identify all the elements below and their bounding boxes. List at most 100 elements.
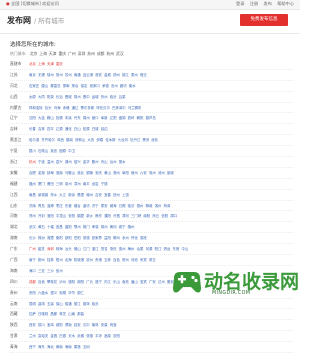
- switch-city-link[interactable]: [切换城市]: [21, 1, 41, 6]
- city-link[interactable]: 德阳: [68, 280, 75, 284]
- login-link[interactable]: 登录: [236, 1, 244, 6]
- city-link[interactable]: 阜新: [101, 116, 108, 120]
- city-link[interactable]: 宿迁: [140, 73, 147, 77]
- city-link[interactable]: 西安: [29, 323, 36, 327]
- hot-city-link[interactable]: 天津: [49, 51, 57, 56]
- city-link[interactable]: 黄石: [38, 225, 45, 229]
- city-link[interactable]: 贺州: [122, 258, 129, 262]
- city-link[interactable]: 许昌: [113, 214, 120, 218]
- city-link[interactable]: 鄂尔多斯: [81, 106, 95, 110]
- register-link[interactable]: 注册: [250, 1, 258, 6]
- city-link[interactable]: 赣州: [86, 193, 93, 197]
- city-link[interactable]: 济南: [29, 204, 36, 208]
- city-link[interactable]: 荆州: [101, 225, 108, 229]
- city-link[interactable]: 厦门: [38, 182, 45, 186]
- city-link[interactable]: 自贡: [38, 280, 45, 284]
- site-logo[interactable]: 发布网 / 所有城市: [7, 15, 64, 26]
- city-link[interactable]: 梅州: [128, 247, 135, 251]
- city-link[interactable]: 六盘水: [38, 291, 48, 295]
- city-link[interactable]: 新乡: [86, 214, 93, 218]
- city-link[interactable]: 本溪: [65, 116, 72, 120]
- city-link[interactable]: 曲靖: [38, 302, 45, 306]
- city-link[interactable]: 石嘴山: [38, 149, 48, 153]
- city-link[interactable]: 绵阳: [77, 280, 84, 284]
- city-link[interactable]: 丽江: [74, 302, 81, 306]
- city-link[interactable]: 庆阳: [113, 334, 120, 338]
- city-link[interactable]: 南京: [29, 73, 36, 77]
- city-link[interactable]: 随州: [128, 225, 135, 229]
- city-link[interactable]: 丹东: [74, 116, 81, 120]
- city-link[interactable]: 洛阳: [47, 214, 54, 218]
- city-link[interactable]: 镇江: [122, 73, 129, 77]
- city-link[interactable]: 郑州: [29, 214, 36, 218]
- city-link[interactable]: 潍坊: [83, 204, 90, 208]
- city-link[interactable]: 巴彦淖尔: [112, 106, 126, 110]
- city-link[interactable]: 毕节: [68, 291, 75, 295]
- city-link[interactable]: 莆田: [47, 182, 54, 186]
- city-link[interactable]: 芜湖: [38, 171, 45, 175]
- city-link[interactable]: 珠海: [56, 247, 63, 251]
- city-link[interactable]: 扬州: [113, 73, 120, 77]
- city-link[interactable]: 烟台: [74, 204, 81, 208]
- city-link[interactable]: 景德镇: [38, 193, 48, 197]
- city-link[interactable]: 舟山: [101, 160, 108, 164]
- city-link[interactable]: 黄冈: [110, 225, 117, 229]
- city-link[interactable]: 河源: [146, 247, 153, 251]
- city-link[interactable]: 临沧: [92, 302, 99, 306]
- city-link[interactable]: 安康: [101, 323, 108, 327]
- city-link[interactable]: 萍乡: [50, 193, 57, 197]
- city-link[interactable]: 朔州: [74, 95, 81, 99]
- city-link[interactable]: 温州: [47, 160, 54, 164]
- city-link[interactable]: 邵阳: [65, 236, 72, 240]
- city-link[interactable]: 张家口: [90, 84, 100, 88]
- city-link[interactable]: 深圳: [47, 247, 54, 251]
- city-link[interactable]: 双鸭山: [75, 138, 85, 142]
- city-link[interactable]: 济宁: [92, 204, 99, 208]
- city-link[interactable]: 青岛: [38, 204, 45, 208]
- city-link[interactable]: 合肥: [29, 171, 36, 175]
- city-link[interactable]: 秦皇岛: [50, 84, 60, 88]
- city-link[interactable]: 徐州: [47, 73, 54, 77]
- city-link[interactable]: 乌海: [54, 106, 61, 110]
- city-link[interactable]: 东营: [65, 204, 72, 208]
- city-link[interactable]: 永州: [122, 236, 129, 240]
- city-link[interactable]: 中山: [181, 247, 188, 251]
- city-link[interactable]: 临沂: [128, 204, 135, 208]
- city-link[interactable]: 鞍山: [47, 116, 54, 120]
- city-link[interactable]: 果洛: [74, 345, 81, 349]
- city-link[interactable]: 普洱: [83, 302, 90, 306]
- city-link[interactable]: 龙岩: [92, 182, 99, 186]
- city-link[interactable]: 德州: [137, 204, 144, 208]
- city-link[interactable]: 松原: [83, 127, 90, 131]
- city-link[interactable]: 临汾: [110, 95, 117, 99]
- city-link[interactable]: 衢州: [92, 160, 99, 164]
- city-link[interactable]: 福州: [29, 182, 36, 186]
- city-link[interactable]: 吕梁: [119, 95, 126, 99]
- city-link[interactable]: 台州: [110, 160, 117, 164]
- city-link[interactable]: 锦州: [83, 116, 90, 120]
- city-link[interactable]: 铜陵: [86, 171, 93, 175]
- city-link[interactable]: 河池: [131, 258, 138, 262]
- city-link[interactable]: 阳江: [155, 247, 162, 251]
- city-link[interactable]: 太原: [29, 95, 36, 99]
- city-link[interactable]: 嘉峪关: [38, 334, 48, 338]
- hot-city-link[interactable]: 深圳: [78, 51, 86, 56]
- help-link[interactable]: 帮助中心: [277, 1, 294, 6]
- city-link[interactable]: 南平: [83, 182, 90, 186]
- city-link[interactable]: 岳阳: [74, 236, 81, 240]
- city-link[interactable]: 防城港: [74, 258, 84, 262]
- city-link[interactable]: 汕尾: [137, 247, 144, 251]
- city-link[interactable]: 攀枝花: [47, 280, 57, 284]
- city-link[interactable]: 通化: [65, 127, 72, 131]
- city-link[interactable]: 南阳: [143, 214, 150, 218]
- city-link[interactable]: 玉树: [83, 345, 90, 349]
- city-link[interactable]: 遵义: [50, 291, 57, 295]
- city-link[interactable]: 辽阳: [110, 116, 117, 120]
- city-link[interactable]: 娄底: [140, 236, 147, 240]
- city-link[interactable]: 榆林: [92, 323, 99, 327]
- city-link[interactable]: 江门: [83, 247, 90, 251]
- city-link[interactable]: 武汉: [29, 225, 36, 229]
- city-link[interactable]: 昭通: [65, 302, 72, 306]
- city-link[interactable]: 三门峡: [131, 214, 141, 218]
- city-link[interactable]: 黑河: [142, 138, 149, 142]
